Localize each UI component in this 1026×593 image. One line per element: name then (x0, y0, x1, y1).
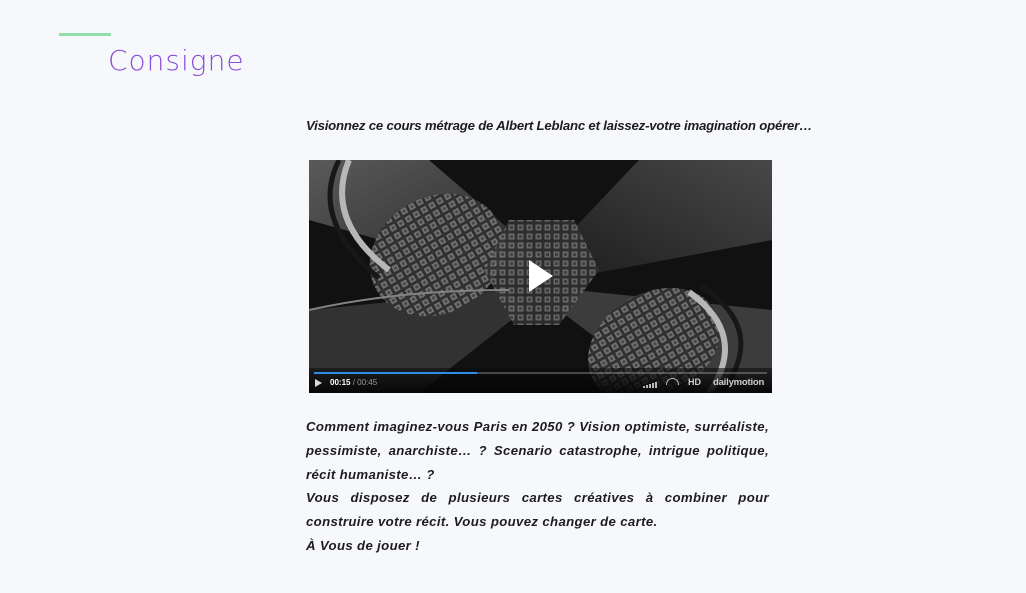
section-title: Consigne (108, 44, 245, 77)
play-overlay-icon[interactable] (529, 260, 553, 292)
hd-quality-button[interactable]: HD (688, 377, 701, 387)
video-controls-bar: 00:15 / 00:45 HD dailymotion (309, 368, 772, 393)
total-time: 00:45 (357, 378, 378, 387)
title-accent-line (59, 33, 111, 36)
time-display: 00:15 / 00:45 (330, 378, 377, 387)
volume-icon[interactable] (643, 379, 657, 388)
intro-text: Visionnez ce cours métrage de Albert Leb… (306, 118, 813, 133)
dailymotion-logo[interactable]: dailymotion (713, 377, 764, 388)
video-player[interactable]: 00:15 / 00:45 HD dailymotion (309, 160, 772, 393)
paragraph-question: Comment imaginez-vous Paris en 2050 ? Vi… (306, 419, 769, 482)
paragraph-cards: Vous disposez de plusieurs cartes créati… (306, 490, 769, 530)
speed-icon[interactable] (666, 378, 679, 385)
progress-fill (314, 372, 478, 374)
paragraph-call-to-action: À Vous de jouer ! (306, 537, 420, 553)
instructions-text: Comment imaginez-vous Paris en 2050 ? Vi… (306, 415, 769, 558)
progress-bar[interactable] (314, 372, 767, 374)
play-icon[interactable] (315, 379, 322, 387)
current-time: 00:15 (330, 378, 351, 387)
